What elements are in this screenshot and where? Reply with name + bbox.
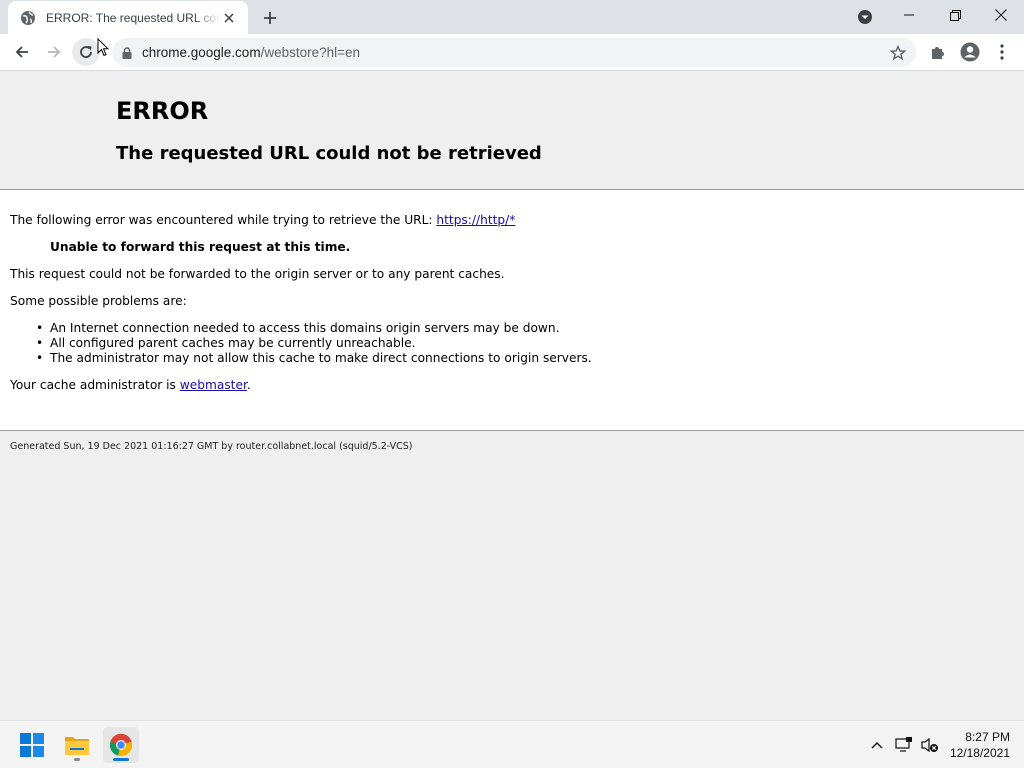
error-detail: Unable to forward this request at this t… bbox=[50, 240, 351, 254]
error-subtitle: The requested URL could not be retrieved bbox=[116, 143, 542, 164]
file-explorer-indicator bbox=[74, 758, 80, 761]
close-window-button[interactable] bbox=[978, 0, 1024, 30]
chrome-indicator bbox=[113, 758, 129, 761]
profile-avatar-icon[interactable] bbox=[958, 40, 982, 64]
intro-text: The following error was encountered whil… bbox=[10, 213, 433, 227]
address-bar[interactable]: chrome.google.com/webstore?hl=en bbox=[112, 38, 916, 67]
start-button[interactable] bbox=[14, 727, 50, 763]
url-path: /webstore?hl=en bbox=[260, 45, 361, 60]
admin-suffix: . bbox=[246, 378, 251, 392]
mouse-cursor-icon bbox=[97, 37, 110, 61]
problem-item: An Internet connection needed to access … bbox=[36, 321, 559, 335]
admin-prefix: Your cache administrator is bbox=[10, 378, 180, 392]
new-tab-button[interactable] bbox=[259, 7, 281, 29]
tab-title: ERROR: The requested URL could not be re… bbox=[46, 10, 220, 25]
admin-line: Your cache administrator is webmaster. bbox=[10, 378, 251, 392]
error-header: ERROR The requested URL could not be ret… bbox=[0, 71, 1024, 190]
page-content: ERROR The requested URL could not be ret… bbox=[0, 71, 1024, 720]
error-body: The following error was encountered whil… bbox=[0, 190, 1024, 431]
tab-strip: ERROR: The requested URL could not be re… bbox=[0, 0, 1024, 34]
taskbar: 8:27 PM 12/18/2021 bbox=[0, 720, 1024, 768]
minimize-button[interactable] bbox=[886, 0, 932, 30]
browser-tab[interactable]: ERROR: The requested URL could not be re… bbox=[8, 1, 248, 34]
problems-heading: Some possible problems are: bbox=[10, 294, 187, 308]
taskbar-clock[interactable]: 8:27 PM 12/18/2021 bbox=[950, 729, 1010, 761]
problem-item: The administrator may not allow this cac… bbox=[36, 351, 592, 365]
reload-button[interactable] bbox=[72, 38, 100, 66]
browser-toolbar: chrome.google.com/webstore?hl=en bbox=[0, 34, 1024, 71]
requested-url-link[interactable]: https://http/* bbox=[436, 213, 515, 227]
close-tab-icon[interactable] bbox=[220, 9, 238, 27]
clock-time: 8:27 PM bbox=[965, 730, 1010, 744]
show-hidden-icons-chevron-icon[interactable] bbox=[867, 735, 887, 755]
url-host: chrome.google.com bbox=[142, 45, 261, 60]
error-footer: Generated Sun, 19 Dec 2021 01:16:27 GMT … bbox=[10, 441, 413, 452]
restore-button[interactable] bbox=[932, 0, 978, 30]
tab-search-icon[interactable] bbox=[855, 7, 875, 27]
url-text[interactable]: chrome.google.com/webstore?hl=en bbox=[142, 45, 360, 60]
lock-icon[interactable] bbox=[120, 46, 134, 60]
back-button[interactable] bbox=[8, 38, 36, 66]
error-explanation: This request could not be forwarded to t… bbox=[10, 267, 505, 281]
webmaster-link[interactable]: webmaster bbox=[180, 378, 247, 392]
file-explorer-button[interactable] bbox=[59, 727, 95, 763]
bookmark-star-icon[interactable] bbox=[888, 43, 908, 63]
error-title: ERROR bbox=[116, 97, 209, 125]
clock-date: 12/18/2021 bbox=[949, 746, 1010, 760]
problem-item: All configured parent caches may be curr… bbox=[36, 336, 415, 350]
extensions-icon[interactable] bbox=[926, 40, 950, 64]
forward-button[interactable] bbox=[40, 38, 68, 66]
volume-muted-icon[interactable] bbox=[920, 735, 940, 755]
globe-icon bbox=[20, 10, 36, 26]
error-intro: The following error was encountered whil… bbox=[10, 213, 515, 227]
more-menu-icon[interactable] bbox=[990, 40, 1014, 64]
network-icon[interactable] bbox=[894, 735, 914, 755]
chrome-button[interactable] bbox=[103, 727, 139, 763]
